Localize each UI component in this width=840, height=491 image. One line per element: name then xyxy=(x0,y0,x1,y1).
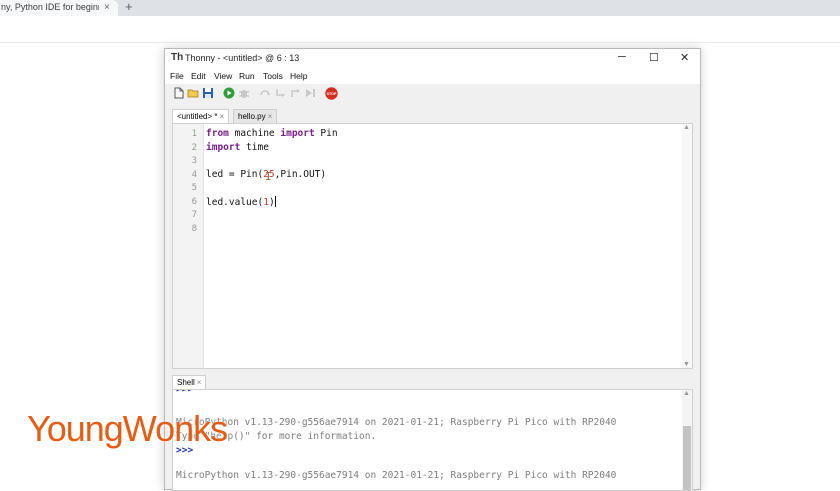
run-icon[interactable] xyxy=(223,87,235,99)
new-tab-button[interactable]: + xyxy=(125,0,133,14)
code-text: ,Pin.OUT) xyxy=(274,168,327,180)
keyword: import xyxy=(280,128,315,139)
tab-shell[interactable]: Shell × xyxy=(172,375,207,390)
shell-output-line: MicroPython v1.13-290-g556ae7914 on 2021… xyxy=(176,417,617,428)
menu-bar: File Edit View Run Tools Help xyxy=(165,69,700,84)
debug-icon[interactable] xyxy=(238,87,250,99)
line-number: 5 xyxy=(191,183,197,193)
resume-icon[interactable] xyxy=(304,87,316,99)
new-file-icon[interactable] xyxy=(173,87,185,99)
tab-hello-py-close-icon[interactable]: × xyxy=(268,112,273,121)
title-bar: Th Thonny - <untitled> @ 6 : 13 ─ ☐ ✕ xyxy=(165,49,700,69)
maximize-button[interactable]: ☐ xyxy=(649,51,659,64)
shell-scrollbar-thumb[interactable] xyxy=(683,426,691,490)
shell-panel[interactable]: >>> MicroPython v1.13-290-g556ae7914 on … xyxy=(172,389,693,491)
editor-scrollbar[interactable]: ▲ ▼ xyxy=(682,124,692,368)
step-into-icon[interactable] xyxy=(274,87,286,99)
mouse-ibeam-cursor-icon: I xyxy=(265,170,272,183)
scroll-down-icon[interactable]: ▼ xyxy=(683,361,690,368)
menu-edit[interactable]: Edit xyxy=(191,71,206,81)
line-number: 7 xyxy=(191,210,197,220)
tab-shell-close-icon[interactable]: × xyxy=(197,378,202,387)
tab-untitled-label: <untitled> * xyxy=(177,112,218,121)
youngwonks-watermark: YoungWonks xyxy=(27,408,228,449)
shell-output-line: MicroPython v1.13-290-g556ae7914 on 2021… xyxy=(176,470,617,481)
code-text: led = Pin( xyxy=(206,168,264,180)
tab-untitled-close-icon[interactable]: × xyxy=(219,112,224,121)
browser-tab-close-icon[interactable]: × xyxy=(104,0,110,15)
code-line-2: import time xyxy=(206,142,269,153)
minimize-button[interactable]: ─ xyxy=(618,51,626,63)
window-title: Thonny - <untitled> @ 6 : 13 xyxy=(185,53,300,63)
line-number: 8 xyxy=(191,223,197,234)
menu-run[interactable]: Run xyxy=(239,71,255,81)
open-folder-icon[interactable] xyxy=(187,87,199,99)
menu-help[interactable]: Help xyxy=(290,71,307,81)
line-number: 4 xyxy=(191,169,197,180)
code-line-1: from machine import Pin xyxy=(206,128,338,139)
step-over-icon[interactable] xyxy=(259,87,271,99)
browser-toolbar xyxy=(0,16,840,43)
tab-untitled[interactable]: <untitled> * × xyxy=(172,109,230,124)
keyword: from xyxy=(206,128,229,139)
line-number: 6 xyxy=(191,196,197,207)
keyword: import xyxy=(206,141,241,153)
browser-tab-bar: ny, Python IDE for beginne × + xyxy=(0,0,840,16)
shell-scrollbar[interactable]: ▲ xyxy=(682,390,692,490)
scroll-up-icon[interactable]: ▲ xyxy=(683,124,690,131)
shell-prompt: >>> xyxy=(176,389,194,395)
browser-tab-title: ny, Python IDE for beginne xyxy=(1,2,99,12)
browser-tab[interactable]: ny, Python IDE for beginne × xyxy=(0,0,118,16)
tab-hello-py[interactable]: hello.py × xyxy=(233,109,278,124)
code-text: led.value( xyxy=(206,196,264,208)
tab-hello-py-label: hello.py xyxy=(238,112,266,121)
thonny-app-icon: Th xyxy=(171,52,184,63)
close-window-button[interactable]: ✕ xyxy=(680,51,689,64)
thonny-window: Th Thonny - <untitled> @ 6 : 13 ─ ☐ ✕ Fi… xyxy=(164,48,701,491)
stop-label: STOP xyxy=(327,92,337,96)
editor-tabs: <untitled> * × hello.py × xyxy=(165,107,700,124)
toolbar: STOP xyxy=(165,85,700,103)
code-editor[interactable]: 1 2 3 4 5 6 7 8 from machine import Pin … xyxy=(172,123,693,369)
code-text: machine xyxy=(228,128,281,139)
code-text: time xyxy=(240,141,269,153)
scroll-up-icon[interactable]: ▲ xyxy=(683,390,690,397)
line-number: 2 xyxy=(191,142,197,153)
step-out-icon[interactable] xyxy=(289,87,301,99)
menu-view[interactable]: View xyxy=(214,71,232,81)
line-number-gutter: 1 2 3 4 5 6 7 8 xyxy=(173,124,204,368)
line-number: 3 xyxy=(191,156,197,166)
stop-icon[interactable]: STOP xyxy=(325,87,338,100)
code-text: Pin xyxy=(314,128,338,139)
text-caret xyxy=(274,195,276,207)
menu-file[interactable]: File xyxy=(170,71,184,81)
menu-tools[interactable]: Tools xyxy=(263,71,283,81)
tab-shell-label: Shell xyxy=(177,378,195,387)
line-number: 1 xyxy=(191,129,197,139)
code-line-6: led.value(1) xyxy=(206,195,276,208)
save-icon[interactable] xyxy=(202,87,214,99)
